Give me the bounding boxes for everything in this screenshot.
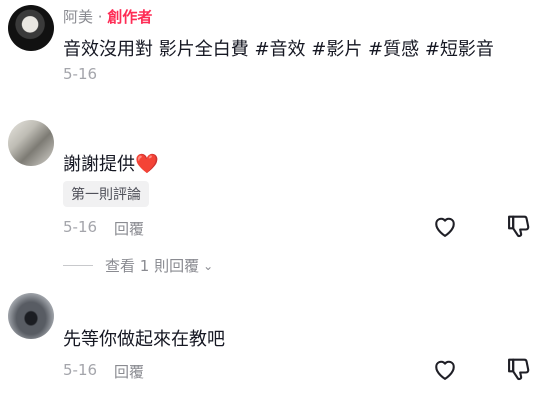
author-name[interactable]: 阿美 [63, 8, 93, 26]
reply-button[interactable]: 回覆 [114, 218, 144, 239]
thumbs-down-icon[interactable] [505, 212, 533, 240]
reply-button[interactable]: 回覆 [114, 361, 144, 382]
first-comment-badge: 第一則評論 [63, 181, 149, 207]
comment-thread: 阿美 · 創作者 音效沒用對 影片全白費 #音效 #影片 #質感 #短影音 5-… [0, 0, 558, 400]
comment-text: 謝謝提供❤️ [63, 150, 159, 176]
separator: · [97, 8, 103, 26]
heart-outline-icon[interactable] [431, 212, 459, 240]
view-replies-label: 查看 1 則回覆 [105, 257, 200, 275]
comment-date: 5-16 [63, 218, 98, 236]
comment-body: 謝謝提供 [63, 154, 135, 175]
avatar[interactable] [8, 5, 54, 51]
avatar[interactable] [8, 293, 54, 339]
post-text: 音效沒用對 影片全白費 #音效 #影片 #質感 #短影音 [63, 39, 494, 60]
creator-badge: 創作者 [107, 8, 153, 26]
thumbs-down-icon[interactable] [505, 355, 533, 383]
avatar[interactable] [8, 120, 54, 166]
comment-date: 5-16 [63, 361, 98, 379]
author-row: 阿美 · 創作者 [63, 6, 152, 27]
reply-divider [63, 265, 93, 266]
heart-outline-icon[interactable] [431, 355, 459, 383]
view-replies-button[interactable]: 查看 1 則回覆 ⌄ [63, 255, 213, 276]
post-date: 5-16 [63, 65, 98, 83]
chevron-down-icon: ⌄ [203, 258, 214, 273]
heart-emoji: ❤️ [135, 153, 159, 175]
comment-text: 先等你做起來在教吧 [63, 329, 225, 350]
